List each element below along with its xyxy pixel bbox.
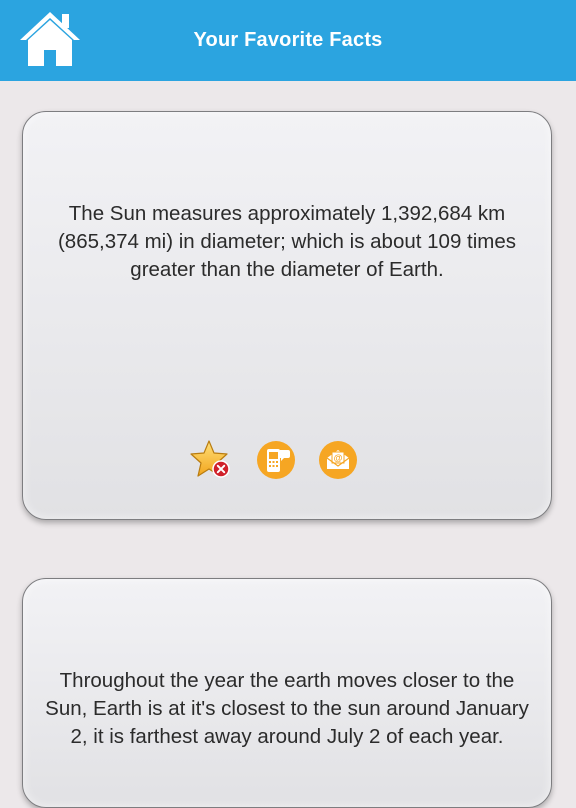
fact-text: Throughout the year the earth moves clos… [45, 669, 529, 748]
remove-favorite-button[interactable] [189, 438, 233, 482]
home-button[interactable] [18, 10, 82, 68]
email-envelope-icon: @ [319, 441, 357, 479]
top-bar: Your Favorite Facts [0, 0, 576, 81]
sms-phone-icon [257, 441, 295, 479]
fact-text: The Sun measures approximately 1,392,684… [57, 202, 517, 281]
svg-text:@: @ [334, 453, 343, 463]
fact-actions: @ [23, 438, 551, 482]
unfavorite-star-icon [190, 440, 230, 478]
home-icon [20, 12, 80, 66]
fact-card: Throughout the year the earth moves clos… [22, 578, 552, 808]
share-email-button[interactable]: @ [316, 438, 360, 482]
share-sms-button[interactable] [254, 438, 298, 482]
page-title: Your Favorite Facts [193, 29, 383, 51]
fact-card: The Sun measures approximately 1,392,684… [22, 111, 552, 520]
